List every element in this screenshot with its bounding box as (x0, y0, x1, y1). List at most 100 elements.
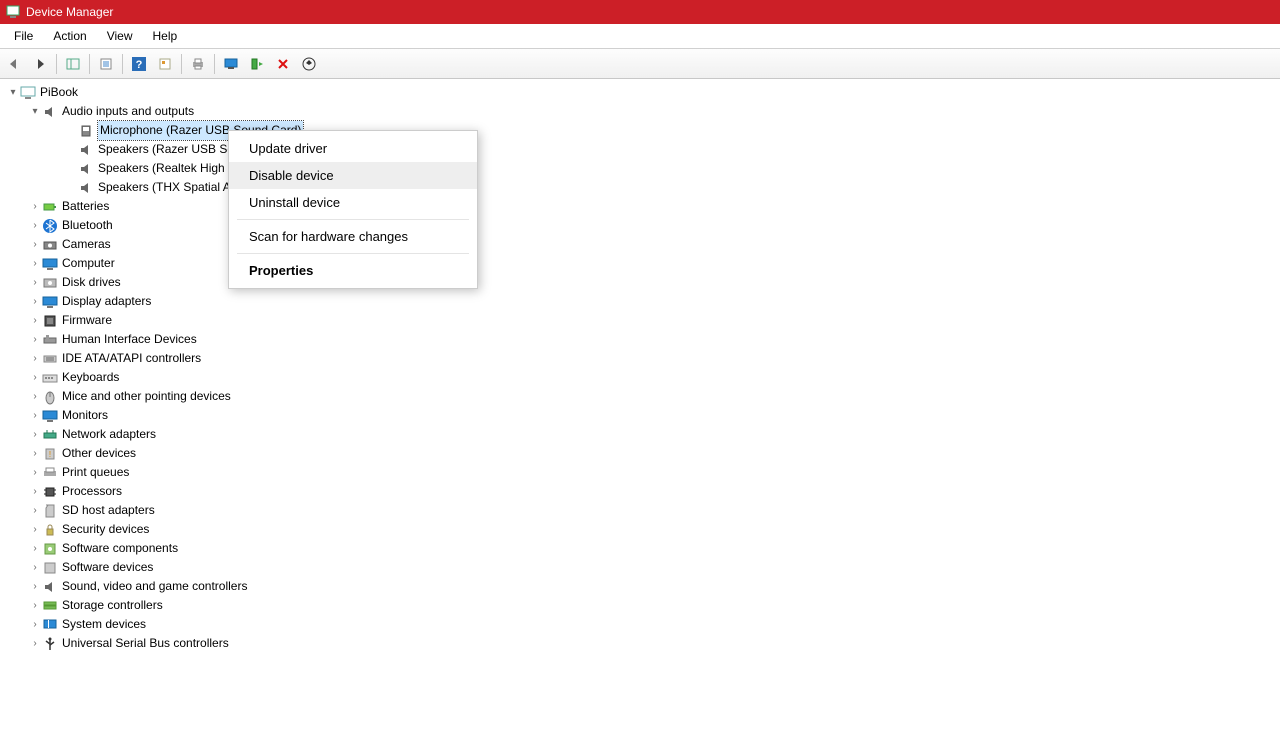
system-icon (42, 617, 58, 633)
tree-root[interactable]: ▾ PiBook (8, 83, 1272, 102)
expander-icon[interactable]: › (30, 311, 40, 330)
expander-icon[interactable]: › (30, 577, 40, 596)
tree-category-label: Keyboards (62, 368, 119, 387)
update-driver-button[interactable] (297, 52, 321, 76)
app-icon (6, 5, 20, 19)
tree-device-speakers[interactable]: Speakers (Realtek High Definition Audio) (8, 159, 1272, 178)
tree-category[interactable]: › Human Interface Devices (8, 330, 1272, 349)
toolbar: ? (0, 49, 1280, 79)
tree-category-audio[interactable]: ▾ Audio inputs and outputs (8, 102, 1272, 121)
tree-device-microphone[interactable]: Microphone (Razer USB Sound Card) (8, 121, 1272, 140)
forward-button[interactable] (28, 52, 52, 76)
hid-icon (42, 332, 58, 348)
tree-category-label: Display adapters (62, 292, 151, 311)
help-button[interactable]: ? (127, 52, 151, 76)
expander-icon[interactable]: › (30, 425, 40, 444)
context-scan-hardware[interactable]: Scan for hardware changes (229, 223, 477, 250)
expander-icon[interactable]: › (30, 387, 40, 406)
expander-icon[interactable]: › (30, 463, 40, 482)
context-properties[interactable]: Properties (229, 257, 477, 284)
print-button[interactable] (186, 52, 210, 76)
tree-category[interactable]: ›Processors (8, 482, 1272, 501)
firmware-icon (42, 313, 58, 329)
tree-category[interactable]: ›Storage controllers (8, 596, 1272, 615)
sound-icon (42, 579, 58, 595)
tree-category[interactable]: › Sound, video and game controllers (8, 577, 1272, 596)
expander-icon[interactable]: › (30, 634, 40, 653)
expander-icon[interactable]: › (30, 330, 40, 349)
tree-category[interactable]: ›Computer (8, 254, 1272, 273)
properties-button[interactable] (94, 52, 118, 76)
menu-help[interactable]: Help (143, 26, 188, 46)
tree-category[interactable]: ›Software devices (8, 558, 1272, 577)
bluetooth-icon (42, 218, 58, 234)
device-tree[interactable]: ▾ PiBook ▾ Audio inputs and outputs Micr… (0, 79, 1280, 657)
expander-icon[interactable]: › (30, 254, 40, 273)
tree-category-label: Software components (62, 539, 178, 558)
expander-icon[interactable]: › (30, 197, 40, 216)
tree-category[interactable]: › Software components (8, 539, 1272, 558)
tree-category[interactable]: › Keyboards (8, 368, 1272, 387)
expander-icon[interactable]: ▾ (8, 83, 18, 102)
expander-icon[interactable]: › (30, 406, 40, 425)
context-disable-device[interactable]: Disable device (229, 162, 477, 189)
svg-text:?: ? (136, 59, 143, 71)
tree-category[interactable]: ›Disk drives (8, 273, 1272, 292)
expander-icon[interactable]: › (30, 539, 40, 558)
tree-category[interactable]: › Display adapters (8, 292, 1272, 311)
tree-device-speakers[interactable]: Speakers (THX Spatial Audio) (8, 178, 1272, 197)
tree-category-label: Network adapters (62, 425, 156, 444)
tree-category[interactable]: ›Batteries (8, 197, 1272, 216)
expander-icon[interactable]: › (30, 235, 40, 254)
tree-category[interactable]: › Network adapters (8, 425, 1272, 444)
add-legacy-button[interactable] (245, 52, 269, 76)
computer-icon (20, 85, 36, 101)
tree-category-label: Security devices (62, 520, 149, 539)
expander-icon[interactable]: › (30, 501, 40, 520)
expander-icon[interactable]: › (30, 482, 40, 501)
toolbar-separator (181, 54, 182, 74)
tree-category[interactable]: › Monitors (8, 406, 1272, 425)
menu-action[interactable]: Action (43, 26, 96, 46)
toolbar-separator (89, 54, 90, 74)
tree-category[interactable]: ›Print queues (8, 463, 1272, 482)
menu-file[interactable]: File (4, 26, 43, 46)
expander-icon[interactable]: › (30, 349, 40, 368)
tree-category-label: Sound, video and game controllers (62, 577, 247, 596)
expander-icon[interactable]: › (30, 520, 40, 539)
tree-category[interactable]: ›IDE ATA/ATAPI controllers (8, 349, 1272, 368)
expander-icon[interactable]: › (30, 273, 40, 292)
network-icon (42, 427, 58, 443)
expander-icon[interactable]: › (30, 216, 40, 235)
remove-button[interactable] (271, 52, 295, 76)
tree-category[interactable]: ›Universal Serial Bus controllers (8, 634, 1272, 653)
mouse-icon (42, 389, 58, 405)
expander-icon[interactable]: › (30, 444, 40, 463)
back-button[interactable] (2, 52, 26, 76)
context-update-driver[interactable]: Update driver (229, 135, 477, 162)
show-hide-tree-button[interactable] (61, 52, 85, 76)
expander-icon[interactable]: › (30, 615, 40, 634)
expander-icon[interactable]: › (30, 558, 40, 577)
context-uninstall-device[interactable]: Uninstall device (229, 189, 477, 216)
tree-category-label: Human Interface Devices (62, 330, 197, 349)
tree-category[interactable]: › Security devices (8, 520, 1272, 539)
expander-icon[interactable]: › (30, 596, 40, 615)
tree-category-label: Firmware (62, 311, 112, 330)
tree-category[interactable]: › Bluetooth (8, 216, 1272, 235)
tree-category[interactable]: ›Mice and other pointing devices (8, 387, 1272, 406)
tree-category-label: Monitors (62, 406, 108, 425)
refresh-button[interactable] (153, 52, 177, 76)
tree-device-speakers[interactable]: Speakers (Razer USB Sound Card) (8, 140, 1272, 159)
tree-category-label: Bluetooth (62, 216, 113, 235)
tree-category[interactable]: ›System devices (8, 615, 1272, 634)
expander-icon[interactable]: › (30, 368, 40, 387)
scan-hardware-button[interactable] (219, 52, 243, 76)
expander-icon[interactable]: ▾ (30, 102, 40, 121)
tree-category[interactable]: ›Cameras (8, 235, 1272, 254)
expander-icon[interactable]: › (30, 292, 40, 311)
tree-category[interactable]: › Firmware (8, 311, 1272, 330)
menu-view[interactable]: View (97, 26, 143, 46)
tree-category[interactable]: ›!Other devices (8, 444, 1272, 463)
tree-category[interactable]: ›SD host adapters (8, 501, 1272, 520)
